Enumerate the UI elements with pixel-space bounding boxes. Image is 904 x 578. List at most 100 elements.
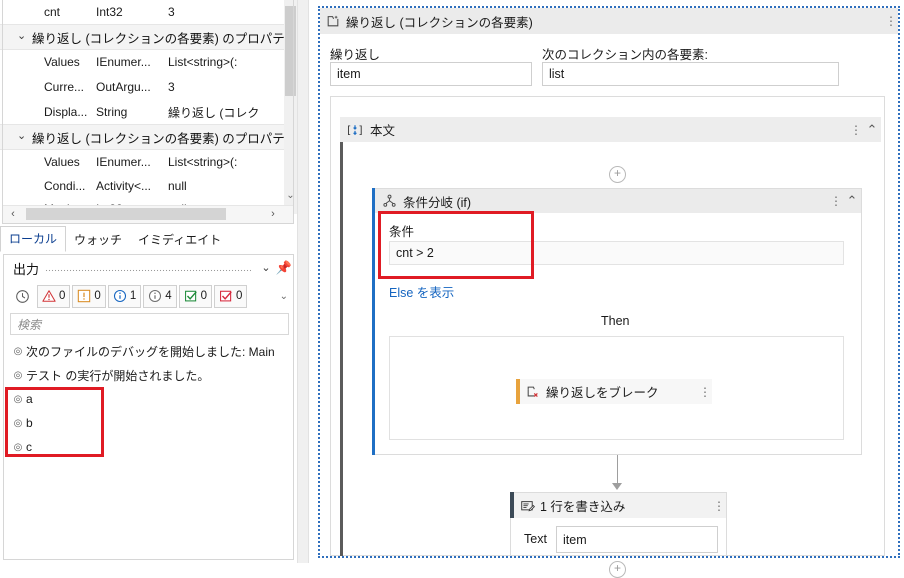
- fail-count: 0: [236, 290, 243, 302]
- local-name: Curre...: [44, 80, 85, 94]
- output-search-input[interactable]: 検索: [10, 313, 289, 335]
- clock-icon[interactable]: [10, 285, 35, 308]
- local-value: 3: [168, 80, 175, 94]
- table-row-group[interactable]: ⌄ 繰り返し (コレクションの各要素) のプロパティ: [0, 25, 297, 49]
- write-line-text-input[interactable]: item: [556, 526, 718, 553]
- foreach-item-label: 繰り返し: [330, 48, 381, 62]
- write-line-header[interactable]: 1 行を書き込み ⋮: [514, 493, 726, 518]
- table-row[interactable]: cnt Int32 3: [0, 0, 297, 24]
- app-window: cnt Int32 3 ⌄ 繰り返し (コレクションの各要素) のプロパティ V…: [0, 0, 904, 578]
- debug-tabstrip: ローカル ウォッチ イミディエイト: [0, 226, 297, 252]
- add-activity-icon[interactable]: +: [609, 166, 626, 183]
- locals-vertical-scrollbar[interactable]: ⌄: [284, 0, 297, 214]
- local-group-label: 繰り返し (コレクションの各要素) のプロパティ: [32, 31, 297, 46]
- if-header[interactable]: 条件分岐 (if) ⋮ ⌃: [375, 189, 861, 213]
- list-item[interactable]: ◎ 次のファイルのデバッグを開始しました: Main: [10, 339, 289, 363]
- tab-immediate[interactable]: イミディエイト: [130, 228, 229, 252]
- info-count: 1: [129, 290, 137, 302]
- local-name: cnt: [44, 5, 61, 19]
- if-branch-icon: [375, 194, 403, 208]
- list-item[interactable]: ◎ テスト の実行が開始されました。: [10, 363, 289, 387]
- warning-count-button[interactable]: 0: [37, 284, 71, 308]
- local-type: IEnumer...: [96, 155, 151, 169]
- pass-count-button[interactable]: 0: [178, 284, 213, 308]
- local-name: Values: [44, 55, 80, 69]
- foreach-icon: [320, 14, 346, 28]
- scrollbar-thumb[interactable]: [285, 6, 296, 96]
- show-else-link[interactable]: Else を表示: [389, 282, 454, 301]
- connector-arrow-icon: [612, 483, 622, 490]
- sequence-left-bar: [340, 142, 343, 556]
- table-row[interactable]: Condi... Activity<... null: [0, 174, 297, 198]
- tab-watch[interactable]: ウォッチ: [66, 228, 130, 252]
- local-type: OutArgu...: [96, 80, 151, 94]
- foreach-activity[interactable]: 繰り返し (コレクションの各要素) ⋮ 繰り返し item 次のコレクション内の…: [318, 6, 900, 578]
- more-options-icon[interactable]: ⋮: [884, 15, 898, 27]
- break-header[interactable]: 繰り返しをブレーク ⋮: [520, 379, 712, 404]
- if-condition-label: 条件: [389, 225, 415, 239]
- table-row-group[interactable]: ⌄ 繰り返し (コレクションの各要素) のプロパティ: [0, 125, 297, 149]
- output-panel: 出力 ⌄ 📌 0 0 1 4 0 0 ⌄ 検索 ◎ 次のファイルのデバッグを開始…: [3, 254, 294, 560]
- list-item[interactable]: ◎ a: [10, 387, 289, 411]
- chevron-left-icon[interactable]: ‹: [6, 207, 20, 221]
- foreach-header[interactable]: 繰り返し (コレクションの各要素) ⋮: [320, 8, 898, 34]
- scrollbar-thumb[interactable]: [26, 208, 226, 220]
- pane-splitter[interactable]: [297, 0, 309, 563]
- log-text: c: [26, 440, 32, 454]
- overflow-chevron-icon[interactable]: ⌄: [280, 291, 290, 302]
- workflow-designer: 繰り返し (コレクションの各要素) ⋮ 繰り返し item 次のコレクション内の…: [310, 0, 904, 578]
- chevron-up-icon[interactable]: ⌃: [843, 193, 861, 209]
- local-type: Activity<...: [96, 179, 152, 193]
- local-value: 繰り返し (コレク: [168, 105, 260, 120]
- if-condition-input[interactable]: cnt > 2: [389, 241, 844, 265]
- break-icon: [520, 385, 546, 399]
- error-square-icon: [78, 289, 91, 303]
- output-panel-header: 出力 ⌄ 📌: [4, 255, 293, 281]
- fail-count-button[interactable]: 0: [214, 284, 248, 308]
- output-toolbar: 0 0 1 4 0 0 ⌄: [10, 283, 290, 309]
- pin-icon[interactable]: 📌: [275, 259, 293, 277]
- local-type: Int32: [96, 5, 123, 19]
- pass-count: 0: [200, 290, 208, 302]
- tab-locals[interactable]: ローカル: [0, 226, 67, 252]
- more-options-icon[interactable]: ⋮: [712, 500, 726, 512]
- table-row[interactable]: Values IEnumer... List<string>(:: [0, 50, 297, 74]
- log-bullet-icon: ◎: [13, 369, 23, 381]
- more-options-icon[interactable]: ⋮: [849, 124, 863, 136]
- output-log-list: ◎ 次のファイルのデバッグを開始しました: Main ◎ テスト の実行が開始さ…: [10, 339, 289, 459]
- trace-count: 4: [165, 290, 172, 302]
- add-activity-icon[interactable]: +: [609, 561, 626, 578]
- list-item[interactable]: ◎ b: [10, 411, 289, 435]
- table-row[interactable]: Displa... String 繰り返し (コレク: [0, 100, 297, 124]
- more-options-icon[interactable]: ⋮: [829, 195, 843, 207]
- error-count-button[interactable]: 0: [72, 284, 106, 308]
- check-green-icon: [184, 290, 197, 302]
- chevron-down-icon[interactable]: ⌄: [285, 188, 296, 204]
- info-grey-circle-icon: [149, 289, 162, 303]
- chevron-down-icon[interactable]: ⌄: [17, 131, 27, 142]
- chevron-down-icon[interactable]: ⌄: [17, 31, 27, 42]
- more-options-icon[interactable]: ⋮: [698, 386, 712, 398]
- log-bullet-icon: ◎: [13, 393, 23, 405]
- local-value: List<string>(:: [168, 155, 238, 169]
- write-line-title: 1 行を書き込み: [540, 500, 626, 514]
- then-label: Then: [601, 314, 630, 328]
- list-item[interactable]: ◎ c: [10, 435, 289, 459]
- sequence-header[interactable]: [] 本文 ⋮ ⌃: [340, 117, 881, 142]
- foreach-item-input[interactable]: item: [330, 62, 532, 86]
- local-value: null: [168, 179, 187, 193]
- trace-count-button[interactable]: 4: [143, 284, 177, 308]
- chevron-down-icon[interactable]: ⌄: [257, 259, 275, 277]
- svg-text:[: [: [347, 124, 351, 136]
- foreach-collection-input[interactable]: list: [542, 62, 839, 86]
- break-title: 繰り返しをブレーク: [546, 386, 659, 400]
- table-row[interactable]: Curre... OutArgu... 3: [0, 75, 297, 99]
- table-row[interactable]: Values IEnumer... List<string>(:: [0, 150, 297, 174]
- local-type: IEnumer...: [96, 55, 151, 69]
- info-count-button[interactable]: 1: [107, 284, 142, 308]
- chevron-up-icon[interactable]: ⌃: [863, 122, 881, 138]
- local-type: String: [96, 105, 128, 119]
- locals-grid[interactable]: cnt Int32 3 ⌄ 繰り返し (コレクションの各要素) のプロパティ V…: [0, 0, 297, 214]
- foreach-collection-label: 次のコレクション内の各要素:: [542, 48, 708, 62]
- chevron-right-icon[interactable]: ›: [266, 207, 280, 221]
